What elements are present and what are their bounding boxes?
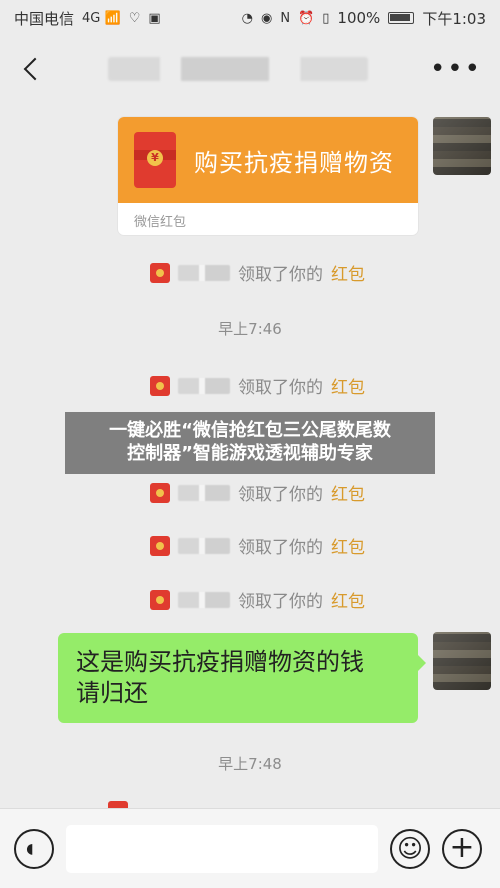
claimed-notice: 领取了你的 红包	[150, 480, 365, 505]
back-icon[interactable]	[18, 55, 46, 83]
blurred-user-name	[178, 591, 230, 608]
message-input[interactable]	[66, 824, 378, 873]
time-label: 下午1:03	[422, 9, 486, 28]
time-label-1: 早上7:46	[218, 320, 282, 338]
red-packet-small-icon	[150, 262, 170, 283]
heart-icon: ♡	[128, 10, 141, 26]
time-label-2: 早上7:48	[218, 755, 282, 773]
claimed-notice: 领取了你的 红包	[150, 533, 365, 558]
eye-icon: ◉	[261, 10, 273, 26]
red-packet-small-icon	[150, 375, 170, 396]
claimed-prefix: 领取了你的	[238, 265, 323, 285]
vibrate-icon: ▯	[322, 10, 330, 26]
claimed-notice: 领取了你的 红包	[150, 260, 365, 285]
chat-input-bar	[0, 808, 500, 888]
claimed-prefix: 领取了你的	[238, 592, 323, 612]
user-avatar[interactable]	[433, 632, 491, 690]
bubble-line-1: 这是购买抗疫捐赠物资的钱	[76, 648, 364, 676]
overlay-banner: 一键必胜“微信抢红包三公尾数尾数 控制器”智能游戏透视辅助专家	[65, 412, 435, 474]
more-icon[interactable]: •••	[430, 54, 482, 84]
claimed-prefix: 领取了你的	[238, 485, 323, 505]
status-left: 中国电信 4G 📶 ♡ ▣	[14, 8, 161, 29]
battery-icon	[388, 12, 415, 24]
blurred-user-name	[178, 264, 230, 281]
voice-icon[interactable]	[14, 828, 54, 869]
green-message-bubble[interactable]: 这是购买抗疫捐赠物资的钱 请归还	[58, 633, 426, 723]
battery-text: 100%	[337, 9, 381, 27]
emoji-icon[interactable]	[390, 828, 430, 869]
blurred-user-name	[178, 377, 230, 394]
claimed-suffix: 红包	[331, 378, 365, 398]
red-packet-small-icon	[150, 589, 170, 610]
red-packet-title: 购买抗疫捐赠物资	[194, 148, 394, 177]
bubble-line-2: 请归还	[76, 679, 148, 707]
claimed-prefix: 领取了你的	[238, 538, 323, 558]
chat-header: •••	[0, 36, 500, 102]
alarm-icon: ⏰	[298, 10, 315, 26]
overlay-line-2: 控制器”智能游戏透视辅助专家	[127, 443, 373, 464]
red-packet-message[interactable]: 购买抗疫捐赠物资 微信红包	[118, 117, 418, 235]
claimed-notice: 领取了你的 红包	[150, 373, 365, 398]
blurred-user-name	[178, 537, 230, 554]
plus-icon[interactable]	[442, 828, 482, 869]
red-packet-small-icon	[150, 535, 170, 556]
signal-icon: 4G 📶	[82, 10, 121, 26]
claimed-suffix: 红包	[331, 592, 365, 612]
red-packet-footer: 微信红包	[134, 215, 187, 230]
blurred-user-name	[178, 484, 230, 501]
partial-red-packet-icon	[108, 801, 128, 808]
claimed-prefix: 领取了你的	[238, 378, 323, 398]
headphone-icon: ◔	[241, 10, 253, 26]
red-packet-top: 购买抗疫捐赠物资	[118, 117, 418, 203]
chat-title-blurred	[107, 57, 368, 81]
sender-avatar[interactable]	[433, 117, 491, 175]
overlay-line-1: 一键必胜“微信抢红包三公尾数尾数	[109, 420, 391, 441]
red-packet-small-icon	[150, 482, 170, 503]
claimed-suffix: 红包	[331, 485, 365, 505]
carrier-label: 中国电信	[14, 9, 75, 28]
claimed-suffix: 红包	[331, 538, 365, 558]
claimed-notice: 领取了你的 红包	[150, 587, 365, 612]
red-packet-icon	[134, 132, 176, 188]
status-bar: 中国电信 4G 📶 ♡ ▣ ◔ ◉ N ⏰ ▯ 100% 下午1:03	[0, 0, 500, 36]
app-icon: ▣	[148, 10, 161, 26]
nfc-icon: N	[280, 10, 291, 26]
claimed-suffix: 红包	[331, 265, 365, 285]
status-right: ◔ ◉ N ⏰ ▯ 100% 下午1:03	[242, 8, 486, 29]
